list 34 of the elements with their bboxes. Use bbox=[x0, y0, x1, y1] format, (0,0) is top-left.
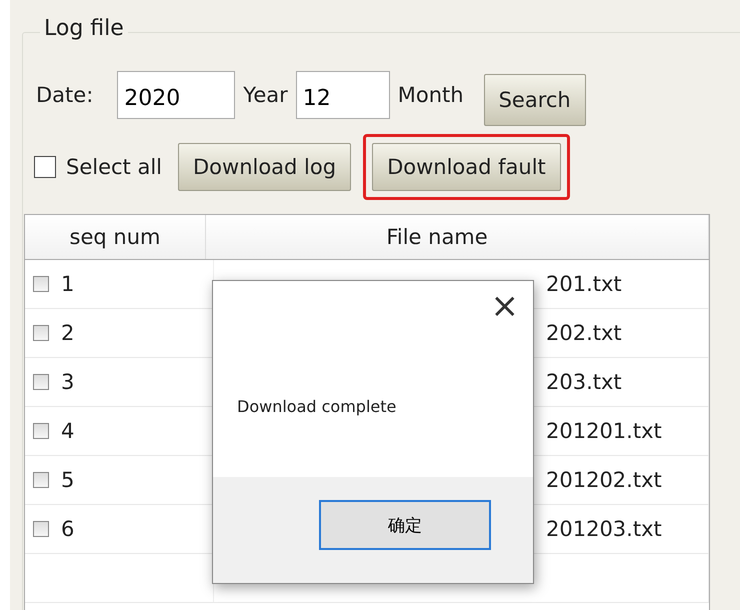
search-button[interactable]: Search bbox=[484, 74, 586, 126]
file-name: 201.txt bbox=[546, 272, 622, 296]
row-checkbox[interactable] bbox=[33, 472, 49, 488]
date-label: Date: bbox=[36, 83, 94, 107]
close-button[interactable]: × bbox=[490, 289, 519, 323]
download-log-button[interactable]: Download log bbox=[178, 143, 352, 191]
file-name: 201201.txt bbox=[546, 419, 662, 443]
group-title: Log file bbox=[40, 16, 128, 41]
seq-number: 3 bbox=[61, 370, 74, 394]
row-checkbox[interactable] bbox=[33, 374, 49, 390]
ok-button[interactable]: 确定 bbox=[319, 500, 491, 550]
seq-number: 2 bbox=[61, 321, 74, 345]
row-checkbox[interactable] bbox=[33, 325, 49, 341]
select-all-checkbox[interactable] bbox=[34, 156, 56, 178]
file-name: 201202.txt bbox=[546, 468, 662, 492]
column-header[interactable]: File name bbox=[206, 215, 709, 259]
file-name: 202.txt bbox=[546, 321, 622, 345]
file-name: 201203.txt bbox=[546, 517, 662, 541]
month-label: Month bbox=[398, 83, 464, 107]
row-checkbox[interactable] bbox=[33, 276, 49, 292]
year-label: Year bbox=[243, 83, 288, 107]
row-checkbox[interactable] bbox=[33, 521, 49, 537]
year-field[interactable]: 2020 bbox=[117, 71, 236, 119]
download-fault-button[interactable]: Download fault bbox=[372, 143, 561, 191]
seq-number: 1 bbox=[61, 272, 74, 296]
seq-number: 6 bbox=[61, 517, 74, 541]
dialog-message: Download complete bbox=[237, 397, 396, 416]
row-checkbox[interactable] bbox=[33, 423, 49, 439]
seq-number: 5 bbox=[61, 468, 74, 492]
month-field[interactable]: 12 bbox=[296, 71, 390, 119]
seq-number: 4 bbox=[61, 419, 74, 443]
file-name: 203.txt bbox=[546, 370, 622, 394]
column-header[interactable]: seq num bbox=[25, 215, 206, 259]
select-all-label: Select all bbox=[66, 155, 162, 179]
